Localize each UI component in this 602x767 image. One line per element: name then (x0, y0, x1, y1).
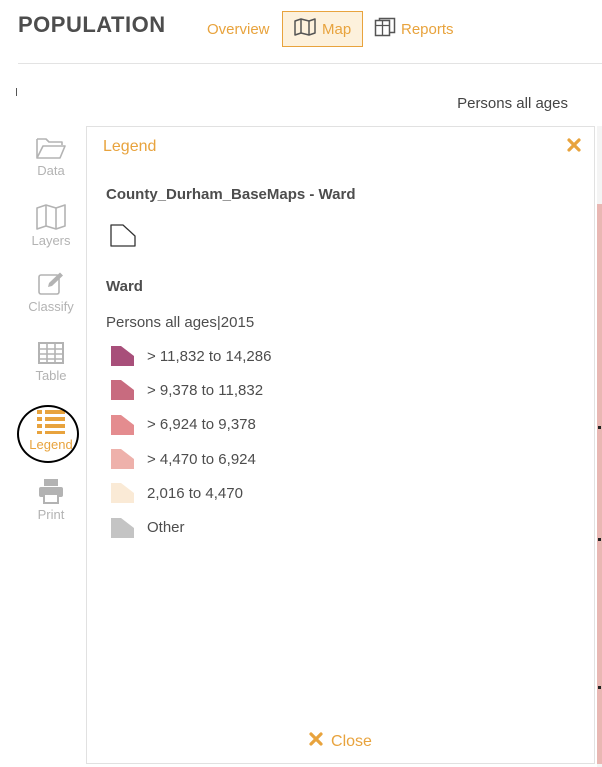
map-subtitle: Persons all ages (457, 95, 568, 112)
legend-item-label: > 11,832 to 14,286 (147, 347, 272, 365)
page-title: POPULATION (18, 12, 166, 37)
tab-reports-label: Reports (401, 20, 454, 38)
legend-swatch (111, 517, 134, 538)
map-boundary-dot (598, 426, 601, 429)
legend-item: > 9,378 to 11,832 (110, 373, 271, 407)
sidebar-item-label: Table (35, 368, 67, 383)
legend-item-label: Other (147, 519, 185, 537)
printer-icon (37, 477, 65, 507)
legend-item-label: > 6,924 to 9,378 (147, 416, 256, 434)
legend-item: > 6,924 to 9,378 (110, 408, 271, 442)
tab-map[interactable]: Map (282, 11, 363, 47)
close-icon (309, 732, 323, 751)
legend-panel: Legend County_Durham_BaseMaps - Ward War… (86, 126, 595, 764)
tab-reports[interactable]: Reports (374, 11, 454, 47)
map-layers-icon (35, 203, 67, 233)
table-icon (37, 340, 65, 368)
legend-field-label: Persons all ages|2015 (106, 314, 255, 331)
legend-swatch (111, 346, 134, 367)
layer-name: County_Durham_BaseMaps - Ward (106, 186, 356, 203)
legend-class-list: > 11,832 to 14,286 > 9,378 to 11,832 > 6,9… (110, 339, 271, 545)
sidebar-item-classify[interactable]: Classify (18, 271, 84, 314)
map-edge-mark (16, 88, 17, 96)
legend-item: 2,016 to 4,470 (110, 476, 271, 510)
tab-overview-label: Overview (207, 20, 270, 38)
close-icon[interactable] (567, 138, 581, 157)
legend-swatch (111, 483, 134, 504)
legend-panel-title: Legend (103, 138, 157, 155)
folder-icon (35, 135, 67, 163)
sidebar-item-print[interactable]: Print (18, 477, 84, 522)
polygon-icon (109, 223, 137, 252)
map-boundary-dot (598, 538, 601, 541)
close-button[interactable]: Close (87, 732, 594, 751)
tab-map-label: Map (322, 20, 352, 38)
reports-icon (374, 17, 396, 41)
highlight-circle (17, 405, 79, 463)
tab-overview[interactable]: Overview (207, 11, 270, 47)
legend-item: > 4,470 to 6,924 (110, 442, 271, 476)
legend-item-label: 2,016 to 4,470 (147, 484, 243, 502)
legend-swatch (111, 414, 134, 435)
legend-item-label: > 4,470 to 6,924 (147, 450, 256, 468)
ward-heading: Ward (106, 278, 143, 295)
sidebar-item-label: Classify (28, 299, 74, 314)
legend-item-label: > 9,378 to 11,832 (147, 381, 264, 399)
sidebar-item-table[interactable]: Table (18, 340, 84, 383)
map-ward-fill (597, 204, 602, 764)
edit-icon (36, 271, 66, 299)
sidebar-item-label: Print (37, 507, 65, 522)
legend-item: Other (110, 510, 271, 544)
sidebar-item-label: Data (37, 163, 65, 178)
sidebar-item-data[interactable]: Data (18, 135, 84, 178)
map-boundary-dot (598, 686, 601, 689)
legend-swatch (111, 449, 134, 470)
map-canvas[interactable] (597, 126, 602, 767)
legend-item: > 11,832 to 14,286 (110, 339, 271, 373)
sidebar-item-label: Layers (31, 233, 71, 248)
close-button-label: Close (331, 732, 372, 750)
header-divider (18, 63, 602, 64)
sidebar-item-layers[interactable]: Layers (18, 203, 84, 248)
legend-swatch (111, 380, 134, 401)
map-icon (293, 18, 317, 40)
